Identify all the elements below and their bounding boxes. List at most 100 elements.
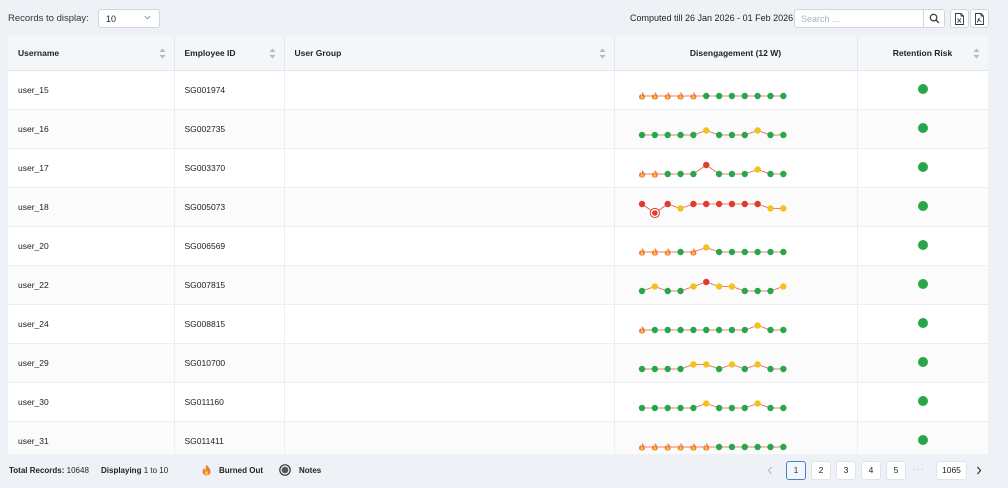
sparkline-point[interactable] — [651, 282, 658, 290]
sparkline-point[interactable] — [689, 170, 697, 177]
sparkline-point[interactable] — [676, 326, 684, 333]
retention-risk-indicator[interactable] — [917, 278, 928, 289]
sparkline-point[interactable] — [689, 360, 697, 368]
sparkline-point[interactable] — [664, 170, 671, 177]
chevron-right-icon[interactable] — [975, 466, 983, 475]
sparkline-point[interactable] — [664, 326, 671, 333]
sparkline-point[interactable] — [676, 248, 684, 255]
sparkline-point[interactable] — [728, 200, 735, 207]
sparkline-point[interactable] — [676, 404, 684, 411]
sparkline-point[interactable] — [702, 92, 709, 99]
sparkline-point[interactable] — [664, 200, 671, 207]
sparkline-point[interactable] — [779, 443, 787, 450]
export-excel-button[interactable] — [950, 9, 969, 28]
sparkline-point[interactable] — [779, 131, 787, 138]
sparkline-point[interactable] — [766, 365, 774, 372]
sparkline-point[interactable] — [753, 165, 761, 173]
sparkline-point[interactable] — [638, 404, 645, 411]
sparkline-point[interactable] — [715, 365, 722, 372]
sparkline-point[interactable] — [702, 326, 709, 333]
retention-risk-indicator[interactable] — [917, 434, 928, 445]
sparkline-point[interactable] — [766, 287, 774, 294]
sparkline-point[interactable] — [715, 200, 722, 207]
sparkline-point[interactable] — [753, 200, 761, 207]
column-header-username[interactable]: Username — [8, 36, 175, 71]
sparkline-point[interactable] — [651, 326, 658, 333]
sparkline-point[interactable] — [715, 170, 722, 177]
sparkline-point[interactable] — [741, 326, 748, 333]
table-row[interactable]: user_29 SG010700 — [8, 343, 988, 383]
sparkline-point[interactable] — [702, 243, 709, 251]
sparkline-point[interactable] — [676, 204, 684, 212]
sparkline-point[interactable] — [651, 404, 658, 411]
sparkline-point[interactable] — [779, 170, 787, 177]
sparkline-point[interactable] — [741, 131, 748, 138]
table-row[interactable]: user_22 SG007815 — [8, 265, 988, 305]
retention-risk-indicator[interactable] — [917, 356, 928, 367]
sparkline-point[interactable] — [779, 204, 787, 212]
retention-risk-indicator[interactable] — [917, 161, 928, 172]
sparkline-point[interactable] — [741, 404, 748, 411]
sparkline-point[interactable] — [715, 443, 722, 450]
sparkline-point[interactable] — [638, 365, 645, 372]
export-pdf-button[interactable] — [970, 9, 989, 28]
sparkline-point[interactable] — [728, 131, 735, 138]
sparkline-point[interactable] — [702, 399, 709, 407]
sparkline-point[interactable] — [664, 404, 671, 411]
sparkline-point[interactable] — [715, 248, 722, 255]
sparkline-point[interactable] — [741, 248, 748, 255]
sparkline-point[interactable] — [676, 170, 684, 177]
sparkline-point[interactable] — [715, 131, 722, 138]
sparkline-point[interactable] — [664, 131, 671, 138]
retention-risk-indicator[interactable] — [917, 83, 928, 94]
sparkline-point[interactable] — [753, 92, 761, 99]
sparkline-point[interactable] — [689, 131, 697, 138]
sparkline-point[interactable] — [715, 326, 722, 333]
retention-risk-indicator[interactable] — [917, 239, 928, 250]
sort-icon[interactable] — [599, 48, 606, 59]
page-button-2[interactable]: 2 — [811, 461, 831, 480]
sort-icon[interactable] — [159, 48, 166, 59]
retention-risk-indicator[interactable] — [917, 200, 928, 211]
sparkline-point[interactable] — [702, 161, 709, 168]
sparkline-point[interactable] — [741, 200, 748, 207]
page-button-5[interactable]: 5 — [886, 461, 906, 480]
sparkline-point[interactable] — [728, 92, 735, 99]
chevron-left-icon[interactable] — [766, 466, 774, 475]
sparkline-point[interactable] — [728, 326, 735, 333]
sparkline-point[interactable] — [753, 287, 761, 294]
search-button[interactable] — [924, 9, 945, 28]
sparkline-point[interactable] — [766, 248, 774, 255]
sparkline-point[interactable] — [715, 282, 722, 290]
search-input[interactable] — [794, 9, 924, 28]
sparkline-point[interactable] — [676, 365, 684, 372]
records-per-page-select[interactable]: 10 — [98, 9, 160, 28]
page-button-4[interactable]: 4 — [861, 461, 881, 480]
sparkline-point[interactable] — [766, 204, 774, 212]
sparkline-point[interactable] — [638, 200, 645, 207]
sparkline-point[interactable] — [689, 200, 697, 207]
sparkline-point[interactable] — [779, 365, 787, 372]
sparkline-point[interactable] — [753, 321, 761, 329]
sparkline-point[interactable] — [741, 365, 748, 372]
sparkline-point[interactable] — [753, 399, 761, 407]
sparkline-point[interactable] — [779, 282, 787, 290]
sparkline-point[interactable] — [689, 282, 697, 290]
sparkline-point[interactable] — [689, 326, 697, 333]
sparkline-point[interactable] — [651, 131, 658, 138]
sparkline-point[interactable] — [741, 92, 748, 99]
sparkline-point[interactable] — [651, 365, 658, 372]
page-button-1[interactable]: 1 — [786, 461, 806, 480]
sparkline-point[interactable] — [766, 443, 774, 450]
retention-risk-indicator[interactable] — [917, 122, 928, 133]
sparkline-point[interactable] — [638, 131, 645, 138]
sparkline-point[interactable] — [741, 287, 748, 294]
table-row[interactable]: user_31 SG011411 — [8, 421, 988, 454]
sparkline-point[interactable] — [702, 278, 709, 285]
sparkline-point[interactable] — [766, 131, 774, 138]
sparkline-point[interactable] — [766, 326, 774, 333]
table-row[interactable]: user_20 SG006569 — [8, 226, 988, 266]
sparkline-point[interactable] — [779, 92, 787, 99]
table-row[interactable]: user_24 SG008815 — [8, 304, 988, 344]
table-row[interactable]: user_18 SG005073 — [8, 187, 988, 227]
